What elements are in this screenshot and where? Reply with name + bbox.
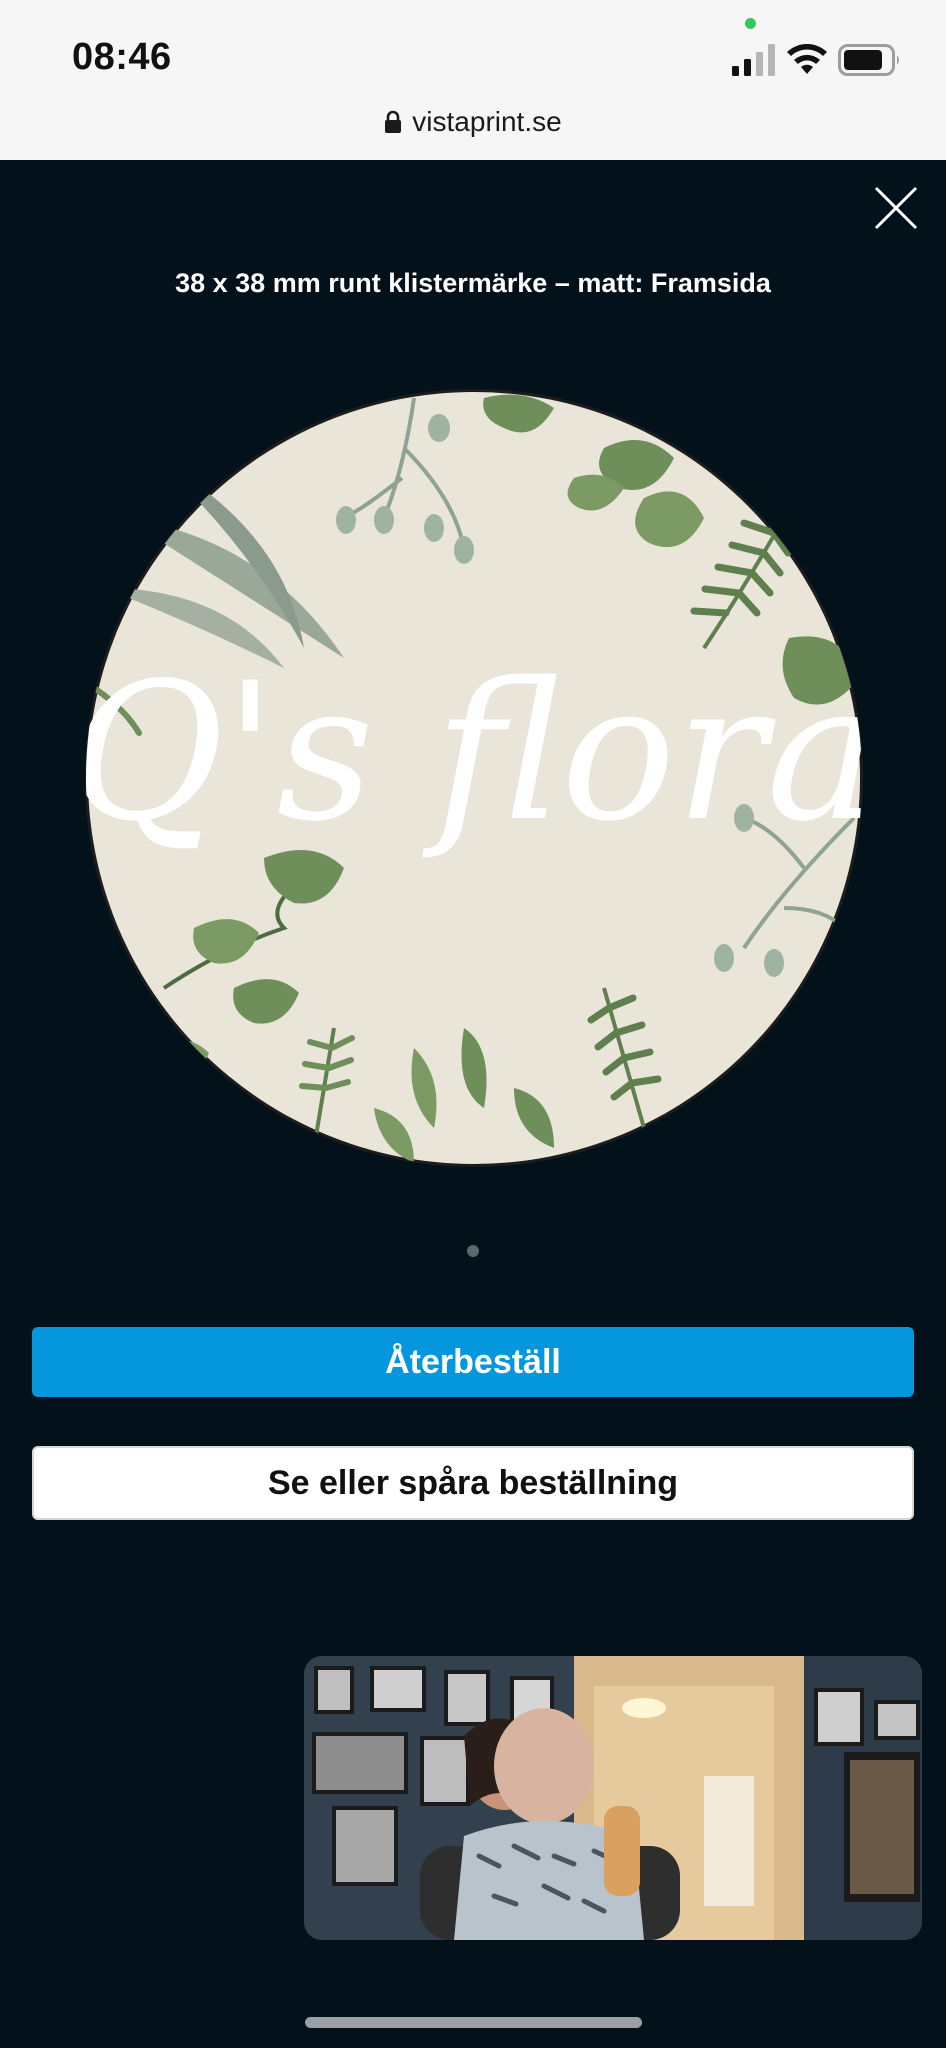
battery-icon (838, 44, 899, 76)
pagination-dot (467, 1245, 479, 1257)
track-order-button[interactable]: Se eller spåra beställning (32, 1446, 914, 1520)
cellular-signal-icon (732, 44, 775, 76)
sticker-preview-image: Q's flora (84, 389, 864, 1167)
picture-in-picture-video[interactable] (304, 1656, 922, 1940)
url-text: vistaprint.se (412, 106, 562, 137)
status-bar: 08:46 vistaprint.se (0, 0, 946, 160)
camera-in-use-indicator (745, 18, 756, 29)
lock-icon (385, 110, 402, 133)
preview-title: 38 x 38 mm runt klistermärke – matt: Fra… (175, 268, 771, 298)
status-time: 08:46 (72, 36, 172, 78)
address-bar[interactable]: vistaprint.se (0, 102, 946, 142)
home-indicator[interactable] (305, 2017, 642, 2028)
wifi-icon (787, 44, 827, 74)
close-icon[interactable] (868, 180, 924, 236)
sticker-text: Q's flora (84, 642, 864, 863)
reorder-button[interactable]: Återbeställ (32, 1327, 914, 1397)
